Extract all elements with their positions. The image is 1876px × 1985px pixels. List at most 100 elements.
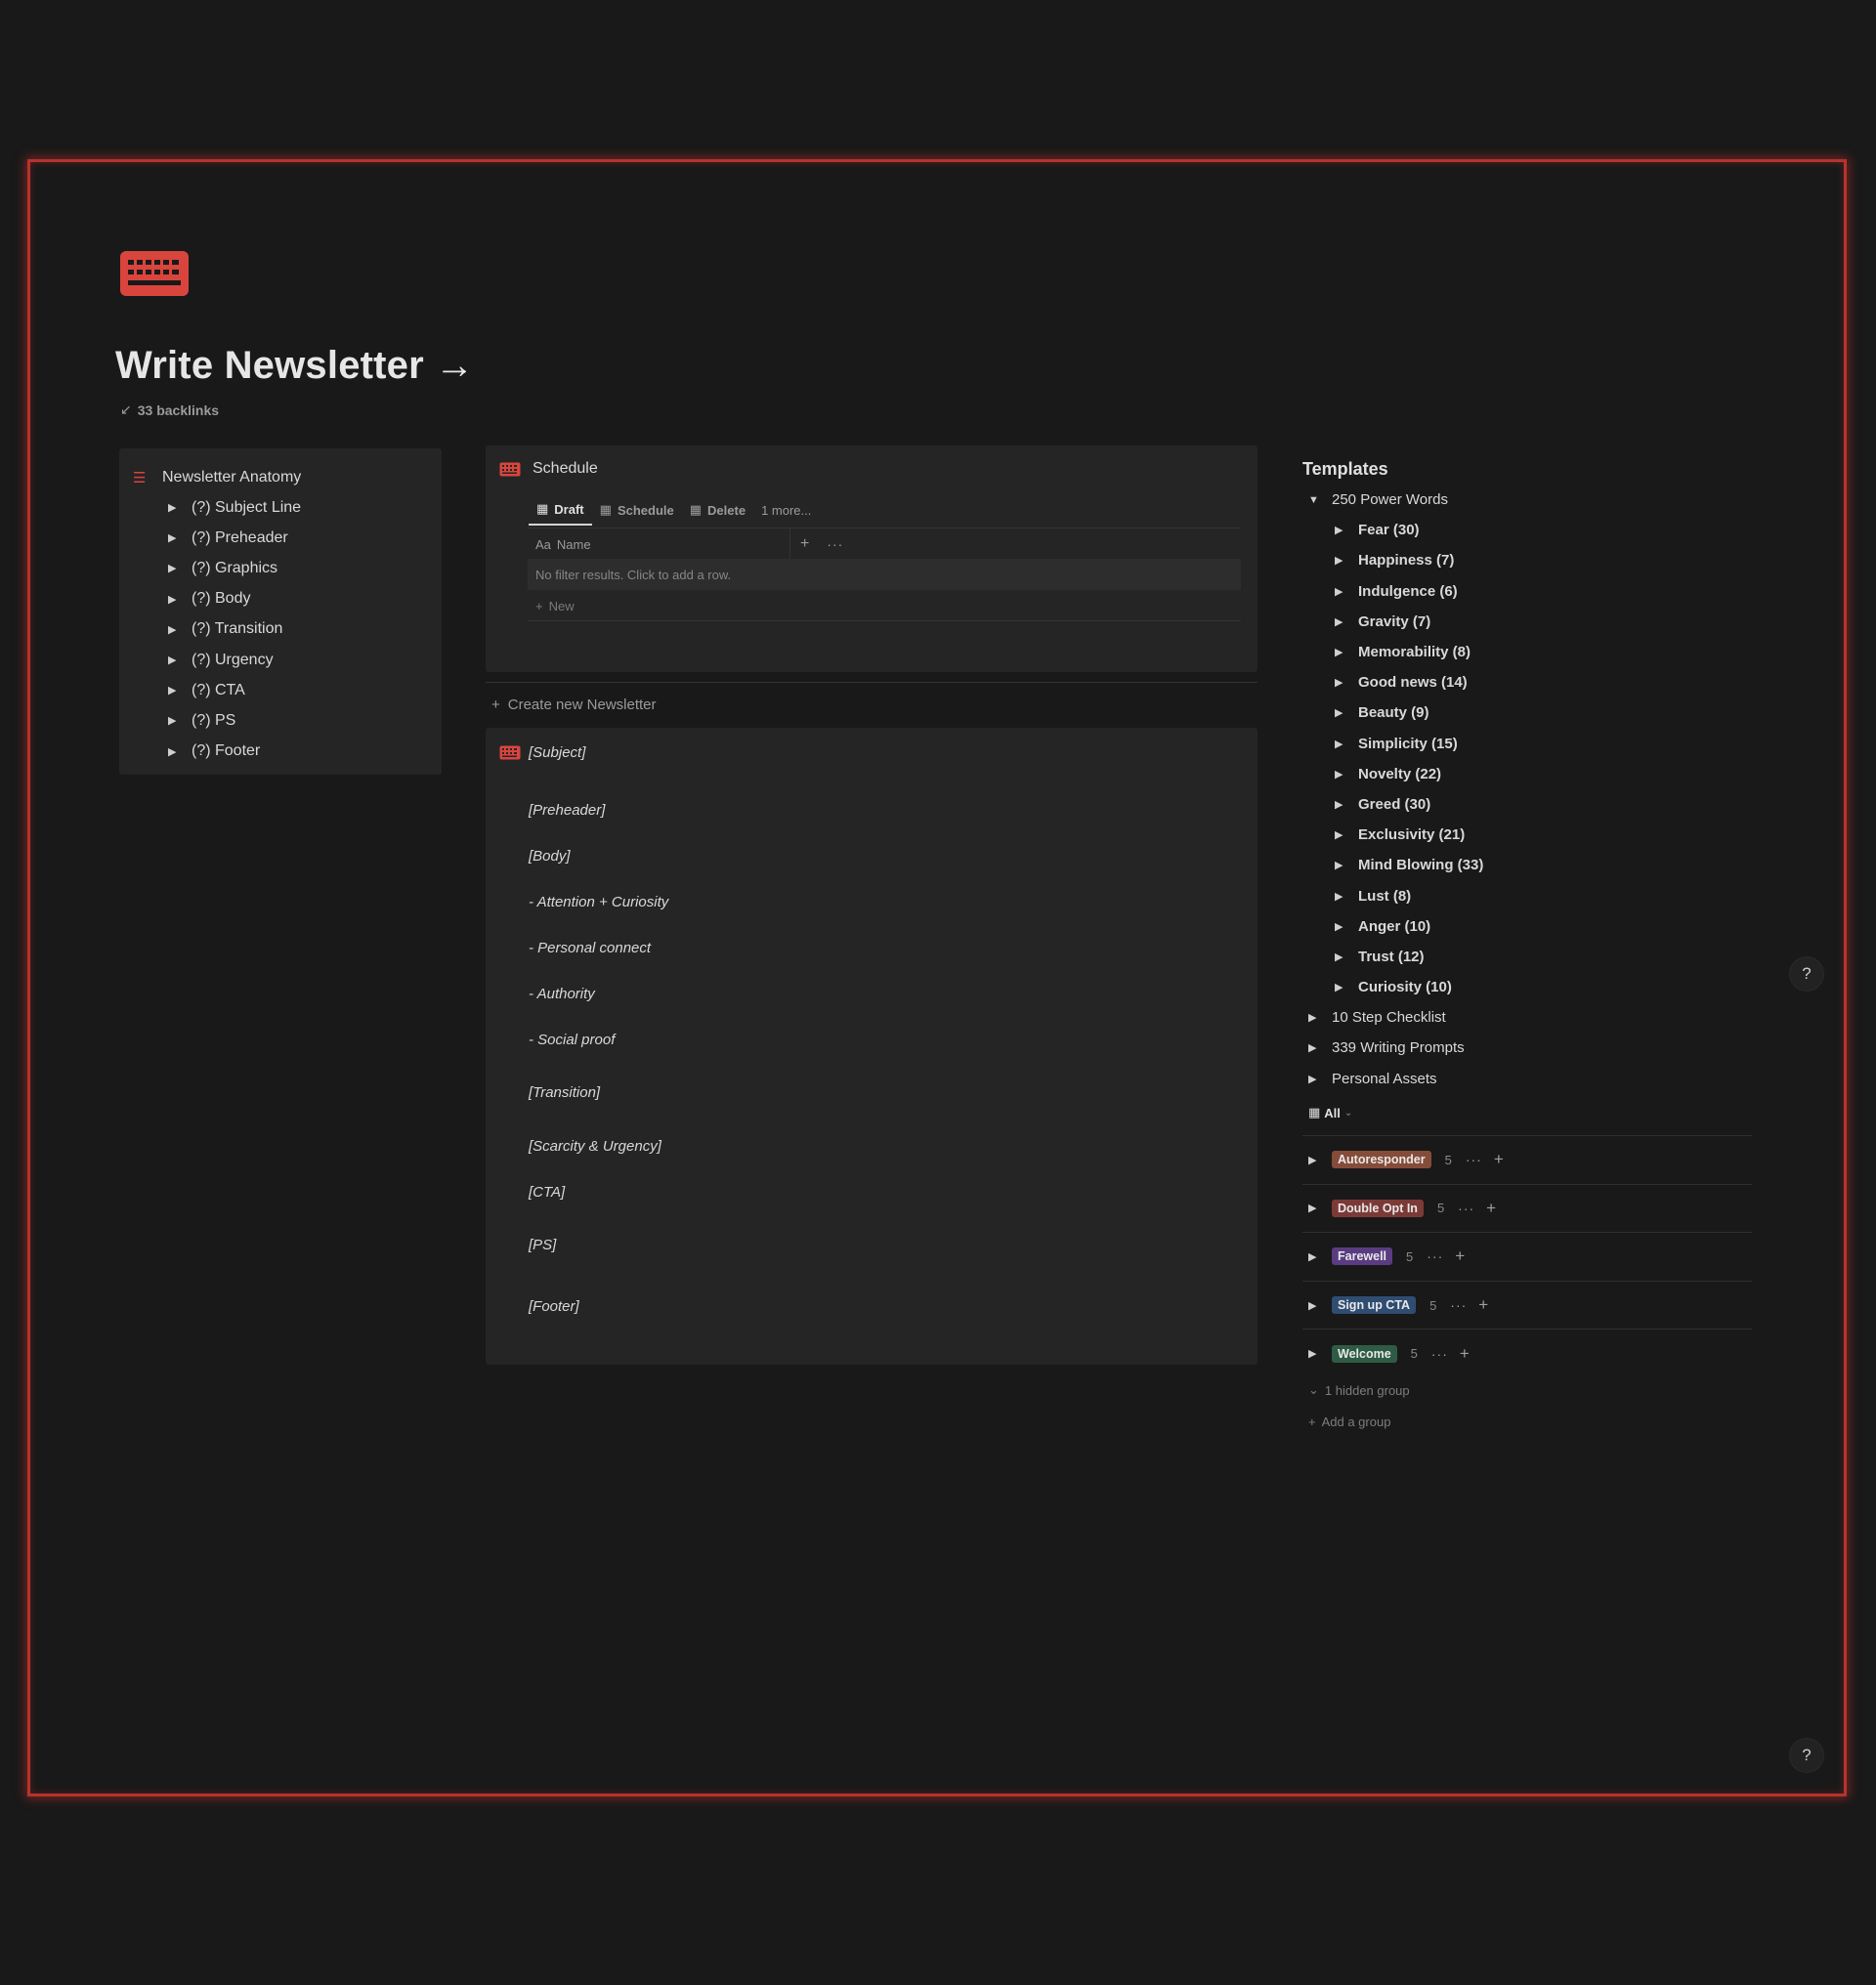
tab-draft[interactable]: ▦ Draft xyxy=(529,494,592,526)
toggle-indulgence[interactable]: ▶ Indulgence (6) xyxy=(1302,576,1752,607)
newsletter-line[interactable]: [Preheader] xyxy=(529,802,605,819)
toggle-triangle-icon[interactable]: ▶ xyxy=(1335,738,1348,750)
newsletter-line[interactable]: [Footer] xyxy=(529,1298,579,1315)
toggle-triangle-icon[interactable]: ▶ xyxy=(1335,920,1348,933)
toggle-triangle-icon[interactable]: ▶ xyxy=(168,562,182,574)
newsletter-line[interactable]: [CTA] xyxy=(529,1184,565,1201)
tab-delete[interactable]: ▦ Delete xyxy=(682,495,753,525)
group-sign-up-cta[interactable]: ▶ Sign up CTA 5 ··· + xyxy=(1302,1280,1752,1330)
toggle-triangle-icon[interactable]: ▶ xyxy=(1308,1011,1322,1024)
toggle-triangle-icon[interactable]: ▶ xyxy=(1335,706,1348,719)
toggle-exclusivity[interactable]: ▶ Exclusivity (21) xyxy=(1302,820,1752,850)
newsletter-line[interactable]: [Scarcity & Urgency] xyxy=(529,1138,661,1155)
toggle-happiness[interactable]: ▶ Happiness (7) xyxy=(1302,545,1752,575)
toggle-lust[interactable]: ▶ Lust (8) xyxy=(1302,880,1752,910)
add-plus-icon[interactable]: + xyxy=(1494,1150,1504,1169)
toggle-triangle-icon[interactable]: ▶ xyxy=(1308,1250,1322,1263)
more-options-icon[interactable]: ··· xyxy=(1466,1152,1482,1167)
hidden-group-toggle[interactable]: ⌄ 1 hidden group xyxy=(1308,1382,1410,1398)
more-options-icon[interactable]: ··· xyxy=(1458,1201,1474,1216)
toggle-trust[interactable]: ▶ Trust (12) xyxy=(1302,942,1752,972)
group-autoresponder[interactable]: ▶ Autoresponder 5 ··· + xyxy=(1302,1135,1752,1184)
newsletter-line[interactable]: [Body] xyxy=(529,848,571,865)
anatomy-heading[interactable]: ☰ Newsletter Anatomy xyxy=(119,463,442,492)
create-new-newsletter-button[interactable]: + Create new Newsletter xyxy=(491,697,657,713)
anatomy-item-cta[interactable]: ▶ (?) CTA xyxy=(119,675,442,705)
more-options-icon[interactable]: ··· xyxy=(827,536,843,552)
add-group-button[interactable]: + Add a group xyxy=(1308,1415,1390,1429)
newsletter-line[interactable]: - Social proof xyxy=(529,1032,615,1048)
toggle-triangle-icon[interactable]: ▶ xyxy=(1335,890,1348,903)
help-button[interactable]: ? xyxy=(1790,1739,1823,1772)
schedule-heading[interactable]: Schedule xyxy=(499,460,598,478)
group-double-opt-in[interactable]: ▶ Double Opt In 5 ··· + xyxy=(1302,1183,1752,1233)
newsletter-line[interactable]: [PS] xyxy=(529,1237,556,1253)
newsletter-line[interactable]: - Attention + Curiosity xyxy=(529,894,668,910)
toggle-triangle-icon[interactable]: ▶ xyxy=(1335,524,1348,536)
toggle-curiosity[interactable]: ▶ Curiosity (10) xyxy=(1302,972,1752,1002)
more-options-icon[interactable]: ··· xyxy=(1431,1346,1448,1362)
toggle-triangle-icon[interactable]: ▶ xyxy=(1308,1202,1322,1214)
anatomy-item-preheader[interactable]: ▶ (?) Preheader xyxy=(119,523,442,553)
anatomy-item-graphics[interactable]: ▶ (?) Graphics xyxy=(119,553,442,583)
toggle-triangle-icon[interactable]: ▶ xyxy=(168,593,182,606)
toggle-novelty[interactable]: ▶ Novelty (22) xyxy=(1302,759,1752,789)
subject-line[interactable]: [Subject] xyxy=(499,744,585,761)
toggle-triangle-icon[interactable]: ▶ xyxy=(168,745,182,758)
toggle-memorability[interactable]: ▶ Memorability (8) xyxy=(1302,637,1752,667)
toggle-anger[interactable]: ▶ Anger (10) xyxy=(1302,911,1752,942)
add-plus-icon[interactable]: + xyxy=(1460,1344,1470,1364)
newsletter-line[interactable]: - Personal connect xyxy=(529,940,651,956)
toggle-triangle-icon[interactable]: ▶ xyxy=(1308,1154,1322,1166)
toggle-triangle-icon[interactable]: ▶ xyxy=(1335,615,1348,628)
toggle-triangle-icon[interactable]: ▶ xyxy=(168,531,182,544)
toggle-beauty[interactable]: ▶ Beauty (9) xyxy=(1302,697,1752,728)
add-plus-icon[interactable]: + xyxy=(1478,1295,1488,1315)
toggle-10-step-checklist[interactable]: ▶ 10 Step Checklist xyxy=(1302,1002,1752,1033)
backlinks-link[interactable]: ↙ 33 backlinks xyxy=(120,401,219,418)
toggle-greed[interactable]: ▶ Greed (30) xyxy=(1302,789,1752,820)
toggle-power-words[interactable]: ▼ 250 Power Words xyxy=(1302,485,1752,515)
view-selector-all[interactable]: ▦ All ⌄ xyxy=(1308,1105,1352,1120)
toggle-triangle-icon[interactable]: ▶ xyxy=(1308,1299,1322,1312)
newsletter-line[interactable]: - Authority xyxy=(529,986,595,1002)
new-row-button[interactable]: + New xyxy=(528,592,1241,621)
toggle-triangle-icon[interactable]: ▶ xyxy=(168,684,182,697)
tab-more[interactable]: 1 more... xyxy=(753,495,819,525)
toggle-triangle-icon[interactable]: ▶ xyxy=(168,654,182,666)
toggle-triangle-icon[interactable]: ▶ xyxy=(1335,676,1348,689)
empty-state-row[interactable]: No filter results. Click to add a row. xyxy=(528,559,1241,590)
group-welcome[interactable]: ▶ Welcome 5 ··· + xyxy=(1302,1329,1752,1377)
toggle-triangle-icon[interactable]: ▶ xyxy=(1335,798,1348,811)
toggle-simplicity[interactable]: ▶ Simplicity (15) xyxy=(1302,729,1752,759)
toggle-triangle-icon[interactable]: ▶ xyxy=(168,714,182,727)
add-plus-icon[interactable]: + xyxy=(1486,1199,1496,1218)
anatomy-item-footer[interactable]: ▶ (?) Footer xyxy=(119,737,442,767)
toggle-triangle-icon[interactable]: ▶ xyxy=(1308,1073,1322,1085)
toggle-gravity[interactable]: ▶ Gravity (7) xyxy=(1302,607,1752,637)
toggle-good-news[interactable]: ▶ Good news (14) xyxy=(1302,667,1752,697)
toggle-triangle-icon[interactable]: ▶ xyxy=(1308,1041,1322,1054)
toggle-writing-prompts[interactable]: ▶ 339 Writing Prompts xyxy=(1302,1033,1752,1063)
anatomy-item-body[interactable]: ▶ (?) Body xyxy=(119,584,442,614)
tab-schedule[interactable]: ▦ Schedule xyxy=(592,495,682,525)
anatomy-item-urgency[interactable]: ▶ (?) Urgency xyxy=(119,645,442,675)
anatomy-item-transition[interactable]: ▶ (?) Transition xyxy=(119,614,442,645)
anatomy-item-subject-line[interactable]: ▶ (?) Subject Line xyxy=(119,492,442,523)
toggle-mind-blowing[interactable]: ▶ Mind Blowing (33) xyxy=(1302,850,1752,880)
toggle-fear[interactable]: ▶ Fear (30) xyxy=(1302,515,1752,545)
toggle-triangle-icon[interactable]: ▶ xyxy=(1335,585,1348,598)
anatomy-item-ps[interactable]: ▶ (?) PS xyxy=(119,705,442,736)
more-options-icon[interactable]: ··· xyxy=(1427,1248,1443,1264)
toggle-triangle-expanded-icon[interactable]: ▼ xyxy=(1308,494,1322,506)
column-header-name[interactable]: Aa Name xyxy=(528,528,790,560)
toggle-triangle-icon[interactable]: ▶ xyxy=(1335,646,1348,658)
help-button[interactable]: ? xyxy=(1790,957,1823,991)
add-property-plus-icon[interactable]: + xyxy=(800,535,809,553)
group-farewell[interactable]: ▶ Farewell 5 ··· + xyxy=(1302,1232,1752,1281)
add-plus-icon[interactable]: + xyxy=(1455,1246,1465,1266)
toggle-triangle-icon[interactable]: ▶ xyxy=(1335,859,1348,871)
toggle-triangle-icon[interactable]: ▶ xyxy=(1335,950,1348,963)
toggle-personal-assets[interactable]: ▶ Personal Assets xyxy=(1302,1064,1752,1094)
newsletter-line[interactable]: [Transition] xyxy=(529,1084,600,1101)
